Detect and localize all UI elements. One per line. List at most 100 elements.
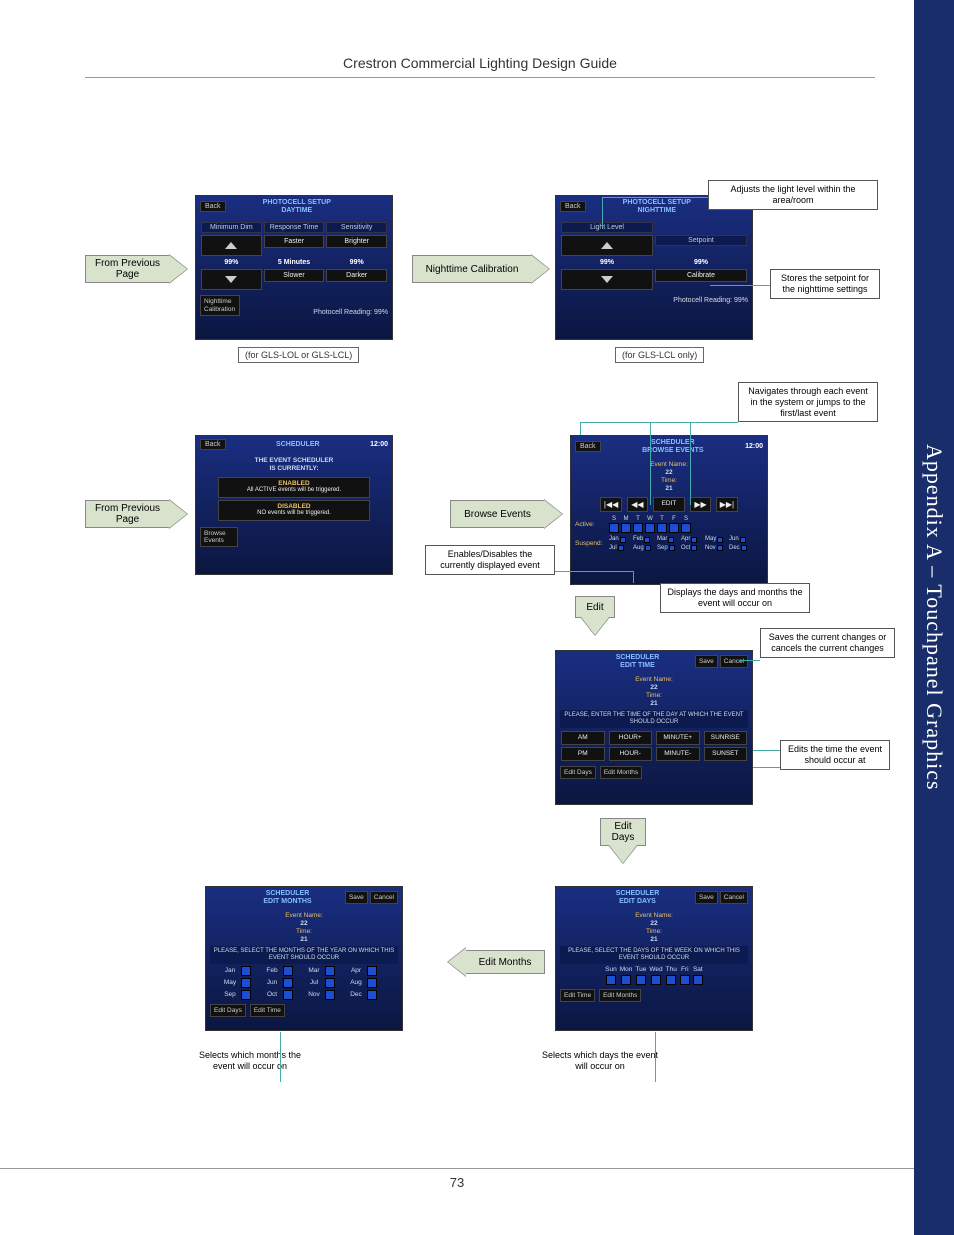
edit-button[interactable]: EDIT (653, 497, 686, 513)
event-name-label: Event Name: (575, 461, 763, 469)
callout-enable-disable: Enables/Disables the currently displayed… (425, 545, 555, 575)
prev-button[interactable]: ◀◀ (627, 497, 647, 513)
save-button[interactable]: Save (695, 655, 718, 668)
month-cell: Dec (729, 545, 752, 552)
page-header: Crestron Commercial Lighting Design Guid… (85, 55, 875, 78)
month-cell: Nov (705, 545, 728, 552)
calibrate-button[interactable]: Calibrate (655, 269, 747, 282)
event-time-value: 21 (575, 485, 763, 493)
am-button[interactable]: AM (561, 731, 605, 745)
event-time-label: Time: (210, 928, 398, 936)
down-button[interactable] (201, 269, 262, 290)
arrow-edit: Edit (575, 596, 615, 618)
caption-select-days: Selects which days the event will occur … (540, 1050, 660, 1072)
col-min-dim: Minimum Dim (201, 222, 262, 233)
panel-title: SCHEDULER EDIT MONTHS (230, 890, 345, 905)
month-cell: Sep (657, 545, 680, 552)
save-button[interactable]: Save (345, 891, 368, 904)
brighter-button[interactable]: Brighter (326, 235, 387, 248)
cancel-button[interactable]: Cancel (370, 891, 398, 904)
callout-nav-events: Navigates through each event in the syst… (738, 382, 878, 422)
callout-adjust-light: Adjusts the light level within the area/… (708, 180, 878, 210)
edit-months-tab[interactable]: Edit Months (600, 766, 642, 779)
day-toggle[interactable]: Wed (649, 966, 662, 985)
back-button[interactable]: Back (200, 201, 226, 212)
nighttime-cal-tab[interactable]: Nighttime Calibration (200, 295, 240, 315)
day-toggle[interactable]: Mon (620, 966, 633, 985)
diagram-canvas: From Previous Page Nighttime Calibration… (80, 170, 880, 1110)
faster-button[interactable]: Faster (264, 235, 325, 248)
month-toggle[interactable]: Mar (305, 966, 345, 976)
month-toggle[interactable]: Nov (305, 990, 345, 1000)
callout-save-cancel: Saves the current changes or cancels the… (760, 628, 895, 658)
month-cell: Feb (633, 536, 656, 543)
days-picker: SunMonTueWed ThuFriSat (560, 966, 748, 985)
day-toggle[interactable]: Sun (605, 966, 617, 985)
day-cell: W (645, 516, 655, 533)
event-name-label: Event Name: (210, 912, 398, 920)
edit-time-tab[interactable]: Edit Time (560, 989, 595, 1002)
day-cell: F (669, 516, 679, 533)
month-toggle[interactable]: Jun (263, 978, 303, 988)
event-time-label: Time: (560, 928, 748, 936)
day-toggle[interactable]: Thu (666, 966, 677, 985)
month-toggle[interactable]: Dec (347, 990, 387, 1000)
down-button[interactable] (561, 269, 653, 290)
hour-minus-button[interactable]: HOUR- (609, 747, 653, 761)
back-button[interactable]: Back (560, 201, 586, 212)
day-toggle[interactable]: Fri (680, 966, 690, 985)
minute-minus-button[interactable]: MINUTE- (656, 747, 700, 761)
col-sensitivity: Sensitivity (326, 222, 387, 233)
month-toggle[interactable]: Feb (263, 966, 303, 976)
back-button[interactable]: Back (575, 441, 601, 452)
browse-events-tab[interactable]: Browse Events (200, 527, 238, 547)
panel-title: SCHEDULER (226, 441, 371, 449)
photocell-reading: Photocell Reading: 99% (313, 309, 388, 316)
month-toggle[interactable]: Oct (263, 990, 303, 1000)
back-button[interactable]: Back (200, 439, 226, 450)
day-toggle[interactable]: Sat (693, 966, 703, 985)
edit-days-tab[interactable]: Edit Days (560, 766, 596, 779)
edit-days-tab[interactable]: Edit Days (210, 1004, 246, 1017)
hour-plus-button[interactable]: HOUR+ (609, 731, 653, 745)
day-toggle[interactable]: Tue (635, 966, 646, 985)
arrow-from-previous-1: From Previous Page (85, 255, 170, 283)
cancel-button[interactable]: Cancel (720, 655, 748, 668)
up-button[interactable] (561, 235, 653, 256)
save-button[interactable]: Save (695, 891, 718, 904)
subcap-1: (for GLS-LOL or GLS-LCL) (238, 347, 359, 363)
touchpanel-edit-days: SCHEDULER EDIT DAYS Save Cancel Event Na… (555, 886, 753, 1031)
sunset-button[interactable]: SUNSET (704, 747, 748, 761)
up-button[interactable] (201, 235, 262, 256)
pm-button[interactable]: PM (561, 747, 605, 761)
event-time-value: 21 (210, 936, 398, 944)
month-toggle[interactable]: May (221, 978, 261, 988)
month-cell: Jan (609, 536, 632, 543)
month-toggle[interactable]: Apr (347, 966, 387, 976)
touchpanel-edit-months: SCHEDULER EDIT MONTHS Save Cancel Event … (205, 886, 403, 1031)
cancel-button[interactable]: Cancel (720, 891, 748, 904)
disabled-button[interactable]: DISABLED NO events will be triggered. (218, 500, 370, 521)
active-label: Active: (575, 521, 607, 529)
slower-button[interactable]: Slower (264, 269, 325, 282)
event-time-value: 21 (560, 936, 748, 944)
edit-months-tab[interactable]: Edit Months (599, 989, 641, 1002)
month-toggle[interactable]: Jul (305, 978, 345, 988)
month-toggle[interactable]: Jan (221, 966, 261, 976)
day-cell: M (621, 516, 631, 533)
month-toggle[interactable]: Aug (347, 978, 387, 988)
sunrise-button[interactable]: SUNRISE (704, 731, 748, 745)
first-button[interactable]: |◀◀ (600, 497, 622, 513)
month-toggle[interactable]: Sep (221, 990, 261, 1000)
next-button[interactable]: ▶▶ (690, 497, 710, 513)
scheduler-line1: THE EVENT SCHEDULER (200, 457, 388, 465)
minute-plus-button[interactable]: MINUTE+ (656, 731, 700, 745)
month-cell: Apr (681, 536, 704, 543)
last-button[interactable]: ▶▶| (716, 497, 738, 513)
clock-label: 12:00 (370, 441, 388, 448)
edit-time-tab[interactable]: Edit Time (250, 1004, 285, 1017)
month-cell: Aug (633, 545, 656, 552)
enabled-button[interactable]: ENABLED All ACTIVE events will be trigge… (218, 477, 370, 498)
touchpanel-scheduler: Back SCHEDULER 12:00 THE EVENT SCHEDULER… (195, 435, 393, 575)
darker-button[interactable]: Darker (326, 269, 387, 282)
